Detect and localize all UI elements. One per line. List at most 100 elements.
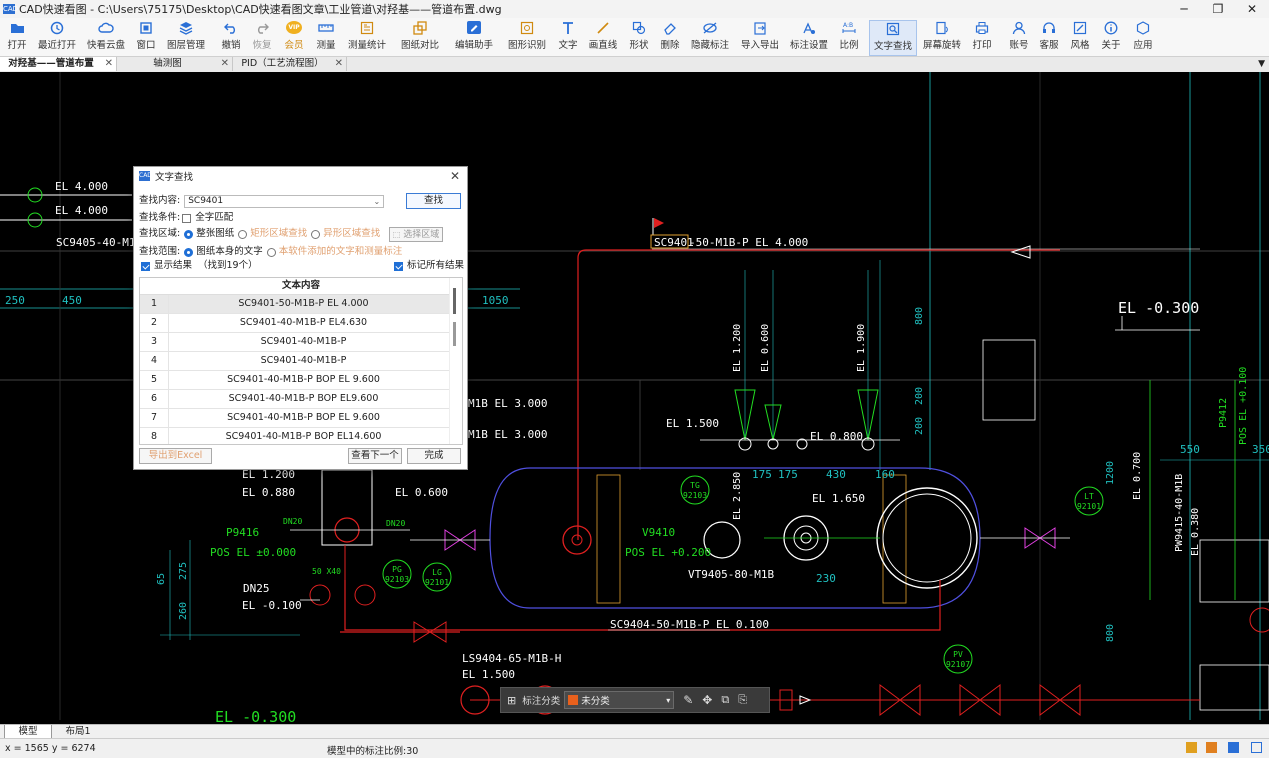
find-button[interactable]: 查找 — [406, 193, 461, 209]
copy-icon[interactable]: ⧉ — [721, 693, 729, 707]
tool-apps[interactable]: 应用 — [1131, 20, 1155, 54]
pc-mode-icon[interactable] — [1228, 742, 1239, 753]
close-window-button[interactable]: ✕ — [1235, 0, 1269, 18]
table-row[interactable]: 6 SC9401-40-M1B-P BOP EL9.600 — [140, 390, 462, 409]
tab-pipe-layout[interactable]: 对羟基——管道布置 ✕ — [0, 57, 117, 71]
annotation-category-select[interactable]: 未分类 ▾ — [564, 691, 675, 709]
printer-icon — [974, 20, 990, 35]
tool-cloud[interactable]: 快看云盘 — [85, 20, 127, 54]
table-row[interactable]: 3 SC9401-40-M1B-P — [140, 333, 462, 352]
edit-icon[interactable]: ✎ — [683, 693, 693, 707]
scope-drawing-radio[interactable] — [184, 247, 194, 257]
tool-annotation-settings[interactable]: 标注设置 — [789, 20, 829, 54]
tab-layout1[interactable]: 布局1 — [58, 725, 98, 738]
table-row[interactable]: 8 SC9401-40-M1B-P BOP EL14.600 — [140, 428, 462, 444]
tool-support[interactable]: 客服 — [1037, 20, 1061, 54]
tool-line[interactable]: 画直线 — [588, 20, 618, 54]
whole-word-checkbox[interactable] — [182, 213, 192, 223]
fullscreen-icon[interactable] — [1251, 742, 1262, 753]
tool-edit-assistant[interactable]: 编辑助手 — [454, 20, 494, 54]
tool-delete[interactable]: 删除 — [658, 20, 682, 54]
tool-import-export[interactable]: 导入导出 — [740, 20, 780, 54]
tool-scale[interactable]: A:B 比例 — [837, 20, 861, 54]
tool-shape[interactable]: 形状 — [627, 20, 651, 54]
app-logo-icon: CAD — [3, 4, 19, 14]
svg-text:800: 800 — [914, 307, 925, 325]
find-next-button[interactable]: 查看下一个 — [348, 448, 402, 464]
results-scrollbar[interactable] — [449, 278, 462, 444]
show-results-checkbox[interactable] — [141, 261, 150, 271]
svg-text:175: 175 — [778, 468, 798, 481]
svg-text:LG: LG — [432, 568, 442, 577]
svg-text:VT9405-80-M1B: VT9405-80-M1B — [688, 568, 774, 581]
tool-account[interactable]: 账号 — [1007, 20, 1031, 54]
tool-text[interactable]: 文字 — [556, 20, 580, 54]
tool-measure[interactable]: 测量 — [314, 20, 338, 54]
tab-list-dropdown-icon[interactable]: ▼ — [1258, 57, 1265, 71]
ortho-icon[interactable] — [1206, 742, 1217, 753]
select-area-button[interactable]: ⬚ 选择区域 — [389, 227, 443, 242]
table-row[interactable]: 7 SC9401-40-M1B-P BOP EL 9.600 — [140, 409, 462, 428]
paste-icon[interactable]: ⎘ — [738, 693, 747, 707]
tool-redo[interactable]: 恢复 — [250, 20, 274, 54]
tab-pid[interactable]: PID（工艺流程图） ✕ — [233, 57, 347, 71]
search-input[interactable]: SC9401 ⌄ — [184, 194, 385, 208]
table-row[interactable]: 5 SC9401-40-M1B-P BOP EL 9.600 — [140, 371, 462, 390]
tool-vip[interactable]: VIP 会员 — [282, 20, 306, 54]
annotation-settings-icon — [801, 20, 817, 35]
tool-open[interactable]: 打开 — [4, 20, 30, 54]
svg-text:EL 0.600: EL 0.600 — [395, 486, 448, 499]
scope-added-radio[interactable] — [266, 247, 276, 257]
mark-all-checkbox[interactable] — [394, 261, 403, 271]
tool-hide-annotation[interactable]: 隐藏标注 — [690, 20, 730, 54]
annotation-category-label: 标注分类 — [522, 696, 561, 707]
tool-shape-recognition[interactable]: 图形识别 — [507, 20, 547, 54]
svg-text:EL 1.500: EL 1.500 — [462, 668, 515, 681]
dialog-title: 文字查找 — [155, 172, 194, 183]
svg-text:DN20: DN20 — [386, 519, 405, 528]
move-icon[interactable]: ✥ — [702, 693, 712, 707]
tab-isometric[interactable]: 轴测图 ✕ — [117, 57, 233, 71]
tool-print[interactable]: 打印 — [970, 20, 994, 54]
svg-text:65: 65 — [156, 573, 167, 585]
svg-text:92107: 92107 — [946, 660, 970, 669]
close-icon[interactable]: ✕ — [450, 169, 460, 183]
minimize-button[interactable]: ─ — [1167, 0, 1201, 18]
headset-icon — [1041, 20, 1057, 35]
area-freeform-radio[interactable] — [311, 229, 321, 239]
svg-text:M1B EL 3.000: M1B EL 3.000 — [468, 428, 547, 441]
tool-text-search[interactable]: 文字查找 — [869, 20, 917, 56]
area-rect-radio[interactable] — [238, 229, 248, 239]
svg-text:800: 800 — [1105, 624, 1116, 642]
tool-style[interactable]: 风格 — [1068, 20, 1092, 54]
scrollbar-thumb[interactable] — [453, 288, 456, 314]
tool-about[interactable]: 关于 — [1099, 20, 1123, 54]
export-excel-button[interactable]: 导出到Excel — [139, 448, 212, 464]
tool-undo[interactable]: 撤销 — [219, 20, 243, 54]
table-row[interactable]: 1 SC9401-50-M1B-P EL 4.000 — [140, 295, 462, 314]
redo-icon — [254, 20, 270, 35]
status-bar: x = 1565 y = 6274 模型中的标注比例:30 — [0, 738, 1269, 758]
text-search-icon — [885, 21, 901, 36]
svg-text:230: 230 — [816, 572, 836, 585]
chevron-down-icon[interactable]: ⌄ — [374, 196, 381, 207]
tab-model[interactable]: 模型 — [4, 725, 52, 739]
tool-measure-stats[interactable]: 测量统计 — [347, 20, 387, 54]
tool-layers[interactable]: 图层管理 — [166, 20, 206, 54]
svg-text:275: 275 — [178, 562, 189, 580]
tool-window[interactable]: 窗口 — [134, 20, 158, 54]
grid-icon[interactable]: ⊞ — [507, 694, 516, 707]
scrollbar-thumb[interactable] — [453, 322, 456, 346]
done-button[interactable]: 完成 — [407, 448, 461, 464]
area-whole-radio[interactable] — [184, 229, 194, 239]
close-tab-icon[interactable]: ✕ — [335, 57, 343, 71]
maximize-button[interactable]: ❐ — [1201, 0, 1235, 18]
close-tab-icon[interactable]: ✕ — [105, 57, 113, 71]
tool-recent[interactable]: 最近打开 — [36, 20, 78, 54]
tool-compare[interactable]: 图纸对比 — [400, 20, 440, 54]
table-row[interactable]: 4 SC9401-40-M1B-P — [140, 352, 462, 371]
snap-icon[interactable] — [1186, 742, 1197, 753]
table-row[interactable]: 2 SC9401-40-M1B-P EL4.630 — [140, 314, 462, 333]
tool-rotate-screen[interactable]: 屏幕旋转 — [922, 20, 962, 54]
close-tab-icon[interactable]: ✕ — [221, 57, 229, 71]
